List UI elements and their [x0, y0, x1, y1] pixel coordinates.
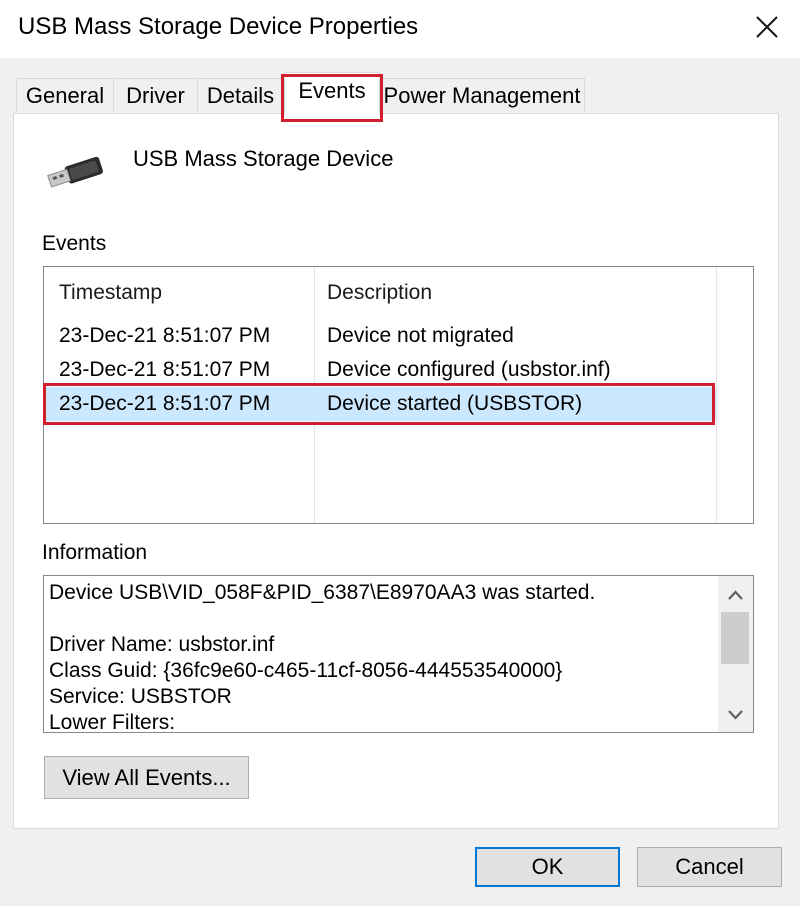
properties-dialog: USB Mass Storage Device Properties Gener…: [0, 0, 800, 906]
view-all-events-button[interactable]: View All Events...: [44, 756, 249, 799]
tab-general[interactable]: General: [16, 78, 114, 112]
column-divider: [716, 267, 717, 523]
scroll-up-button[interactable]: [718, 580, 753, 610]
column-header-description[interactable]: Description: [327, 281, 432, 305]
chevron-up-icon: [728, 590, 743, 600]
information-textbox[interactable]: Device USB\VID_058F&PID_6387\E8970AA3 wa…: [43, 575, 754, 733]
tab-driver[interactable]: Driver: [113, 78, 198, 112]
tab-strip: General Driver Details Events Power Mana…: [0, 58, 800, 114]
event-row[interactable]: 23-Dec-21 8:51:07 PM Device not migrated: [46, 319, 716, 353]
tab-power-management[interactable]: Power Management: [379, 78, 585, 112]
scroll-thumb[interactable]: [721, 612, 749, 664]
information-label: Information: [42, 541, 148, 564]
ok-button[interactable]: OK: [475, 847, 620, 887]
column-header-timestamp[interactable]: Timestamp: [59, 281, 162, 305]
vertical-scrollbar[interactable]: [718, 576, 753, 732]
scroll-down-button[interactable]: [718, 700, 753, 730]
tab-details[interactable]: Details: [197, 78, 284, 112]
event-description: Device not migrated: [327, 324, 514, 347]
close-icon: [756, 16, 778, 38]
usb-plug-icon: [47, 156, 103, 188]
device-name: USB Mass Storage Device: [133, 146, 394, 171]
title-bar: USB Mass Storage Device Properties: [0, 0, 800, 58]
event-row-selected[interactable]: 23-Dec-21 8:51:07 PM Device started (USB…: [46, 387, 716, 421]
close-button[interactable]: [740, 2, 794, 52]
chevron-down-icon: [728, 710, 743, 720]
events-list[interactable]: Timestamp Description 23-Dec-21 8:51:07 …: [43, 266, 754, 524]
event-timestamp: 23-Dec-21 8:51:07 PM: [59, 392, 271, 415]
event-timestamp: 23-Dec-21 8:51:07 PM: [59, 358, 271, 381]
information-text: Device USB\VID_058F&PID_6387\E8970AA3 wa…: [49, 581, 596, 733]
tab-events[interactable]: Events: [284, 72, 380, 114]
event-row[interactable]: 23-Dec-21 8:51:07 PM Device configured (…: [46, 353, 716, 387]
event-description: Device started (USBSTOR): [327, 392, 583, 415]
window-title: USB Mass Storage Device Properties: [18, 13, 419, 40]
cancel-button[interactable]: Cancel: [637, 847, 782, 887]
event-description: Device configured (usbstor.inf): [327, 358, 611, 381]
events-label: Events: [42, 232, 107, 255]
event-timestamp: 23-Dec-21 8:51:07 PM: [59, 324, 271, 347]
